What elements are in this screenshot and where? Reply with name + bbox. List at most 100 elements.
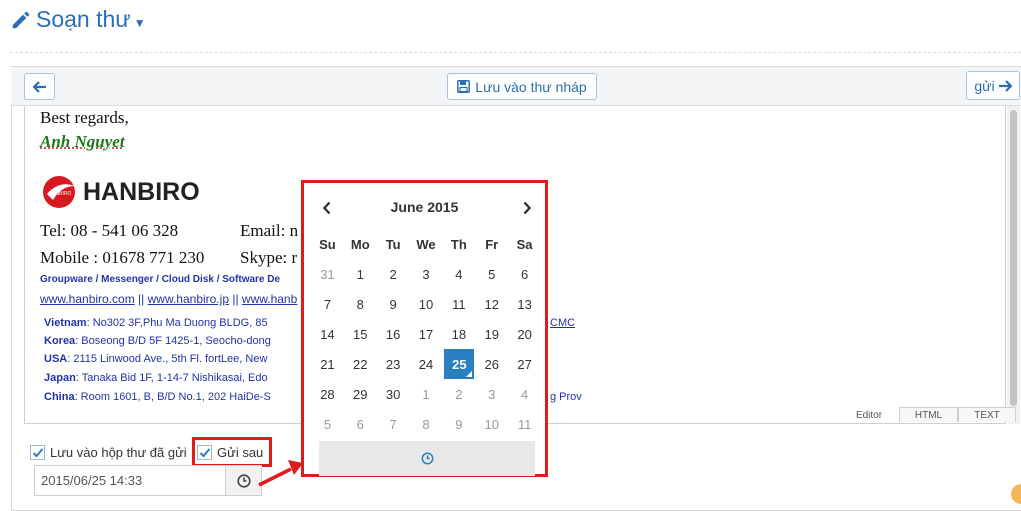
calendar-day[interactable]: 6 — [344, 409, 377, 439]
calendar-day[interactable]: 1 — [344, 259, 377, 289]
link-hanbiro-jp[interactable]: www.hanbiro.jp — [148, 292, 229, 306]
save-draft-button[interactable]: Lưu vào thư nháp — [447, 73, 597, 100]
date-picker-popup: June 2015 Su Mo Tu We Th Fr Sa 31 1 2 3 … — [301, 180, 548, 477]
calendar-day-selected[interactable]: 25 — [444, 349, 475, 379]
calendar-day[interactable]: 7 — [311, 289, 344, 319]
signature-email: Email: n — [240, 221, 299, 240]
compose-header[interactable]: Soạn thư ▼ — [10, 6, 146, 33]
calendar-day[interactable]: 3 — [475, 379, 508, 409]
clock-icon — [421, 452, 433, 465]
calendar-day[interactable]: 23 — [377, 349, 410, 379]
save-sent-checkbox[interactable] — [30, 445, 45, 460]
signature-name: Anh Nguyet — [40, 132, 125, 151]
office-line: Japan: Tanaka Bid 1F, 1-14-7 Nishikasai,… — [44, 372, 268, 384]
send-button[interactable]: gửi — [966, 71, 1020, 100]
weekday-label: Sa — [516, 236, 533, 252]
tab-text[interactable]: TEXT — [958, 407, 1016, 422]
calendar-day[interactable]: 5 — [311, 409, 344, 439]
chevron-right-icon[interactable] — [522, 201, 532, 215]
back-button[interactable] — [24, 73, 55, 100]
office-line: USA: 2115 Linwood Ave., 5th Fl. fortLee,… — [44, 353, 267, 365]
office-address: : Tanaka Bid 1F, 1-14-7 Nishikasai, Edo — [75, 372, 268, 384]
calendar-day[interactable]: 18 — [442, 319, 475, 349]
signature-mobile: Mobile : 01678 771 230 — [40, 248, 205, 267]
calendar-day[interactable]: 12 — [475, 289, 508, 319]
calendar-day[interactable]: 8 — [410, 409, 443, 439]
weekday-label: Th — [450, 236, 467, 252]
calendar-day[interactable]: 27 — [508, 349, 541, 379]
calendar-day[interactable]: 29 — [344, 379, 377, 409]
signature-links: www.hanbiro.com || www.hanbiro.jp || www… — [40, 292, 297, 306]
weekday-label: Su — [319, 236, 336, 252]
page-title: Soạn thư — [36, 6, 131, 32]
editor-scrollbar[interactable] — [1007, 106, 1020, 424]
calendar-grid: Su Mo Tu We Th Fr Sa 31 1 2 3 4 5 6 7 8 … — [311, 229, 541, 439]
calendar-day[interactable]: 28 — [311, 379, 344, 409]
office-country: USA — [44, 353, 68, 365]
calendar-day[interactable]: 11 — [442, 289, 475, 319]
office-address: : Room 1601, B, B/D No.1, 202 HaiDe-S — [74, 391, 271, 403]
calendar-day[interactable]: 31 — [311, 259, 344, 289]
tab-html[interactable]: HTML — [899, 407, 958, 422]
office-tail: g Prov — [550, 391, 582, 403]
calendar-day[interactable]: 30 — [377, 379, 410, 409]
calendar-day[interactable]: 24 — [410, 349, 443, 379]
calendar-day[interactable]: 6 — [508, 259, 541, 289]
scrollbar-thumb[interactable] — [1010, 110, 1017, 406]
calendar-day[interactable]: 8 — [344, 289, 377, 319]
calendar-month-title[interactable]: June 2015 — [304, 199, 545, 215]
calendar-day[interactable]: 21 — [311, 349, 344, 379]
link-separator: || — [229, 292, 242, 306]
link-hanbiro-com[interactable]: www.hanbiro.com — [40, 292, 135, 306]
week-row: 14 15 16 17 18 19 20 — [311, 319, 541, 349]
logo-badge-text: HANBIRO — [49, 191, 72, 197]
calendar-day[interactable]: 9 — [377, 289, 410, 319]
calendar-day[interactable]: 10 — [410, 289, 443, 319]
calendar-day[interactable]: 7 — [377, 409, 410, 439]
office-country: Vietnam — [44, 317, 87, 329]
send-label: gửi — [974, 77, 995, 94]
week-row: 5 6 7 8 9 10 11 — [311, 409, 541, 439]
calendar-day[interactable]: 2 — [377, 259, 410, 289]
chevron-down-icon[interactable]: ▼ — [134, 16, 146, 30]
calendar-day[interactable]: 1 — [410, 379, 443, 409]
calendar-day[interactable]: 5 — [475, 259, 508, 289]
schedule-datetime-input[interactable]: 2015/06/25 14:33 — [34, 465, 226, 496]
calendar-day[interactable]: 19 — [475, 319, 508, 349]
calendar-day[interactable]: 2 — [442, 379, 475, 409]
calendar-day[interactable]: 20 — [508, 319, 541, 349]
time-toggle-button[interactable] — [319, 441, 535, 476]
calendar-day[interactable]: 9 — [442, 409, 475, 439]
arrow-right-icon — [998, 79, 1012, 92]
office-country: Korea — [44, 335, 76, 347]
calendar-day[interactable]: 11 — [508, 409, 541, 439]
calendar-day[interactable]: 14 — [311, 319, 344, 349]
office-address: : Boseong B/D 5F 1425-1, Seocho-dong — [75, 335, 271, 347]
calendar-day[interactable]: 22 — [344, 349, 377, 379]
save-sent-label: Lưu vào hộp thư đã gửi — [50, 445, 187, 460]
calendar-day[interactable]: 15 — [344, 319, 377, 349]
tab-editor[interactable]: Editor — [839, 407, 899, 422]
calendar-day[interactable]: 16 — [377, 319, 410, 349]
save-sent-option[interactable]: Lưu vào hộp thư đã gửi — [30, 445, 187, 460]
calendar-day[interactable]: 13 — [508, 289, 541, 319]
weekday-label: We — [416, 236, 436, 252]
signature-services: Groupware / Messenger / Cloud Disk / Sof… — [40, 274, 281, 285]
office-address: : 2115 Linwood Ave., 5th Fl. fortLee, Ne… — [67, 353, 268, 365]
calendar-header: June 2015 — [304, 197, 545, 219]
hanbiro-logo: HANBIRO HANBIRO — [41, 174, 200, 210]
calendar-day[interactable]: 10 — [475, 409, 508, 439]
calendar-day[interactable]: 17 — [410, 319, 443, 349]
calendar-day[interactable]: 4 — [442, 259, 475, 289]
office-line: Vietnam: No302 3F,Phu Ma Duong BLDG, 85 — [44, 317, 268, 329]
pencil-icon — [12, 11, 30, 28]
editor-mode-tabs: Editor HTML TEXT — [839, 407, 1016, 422]
calendar-day[interactable]: 26 — [475, 349, 508, 379]
calendar-day[interactable]: 4 — [508, 379, 541, 409]
calendar-day[interactable]: 3 — [410, 259, 443, 289]
logo-wordmark: HANBIRO — [83, 177, 200, 206]
office-country: Japan — [44, 372, 76, 384]
week-row: 28 29 30 1 2 3 4 — [311, 379, 541, 409]
link-hanbiro-other[interactable]: www.hanb — [242, 292, 297, 306]
office-country: China — [44, 391, 75, 403]
